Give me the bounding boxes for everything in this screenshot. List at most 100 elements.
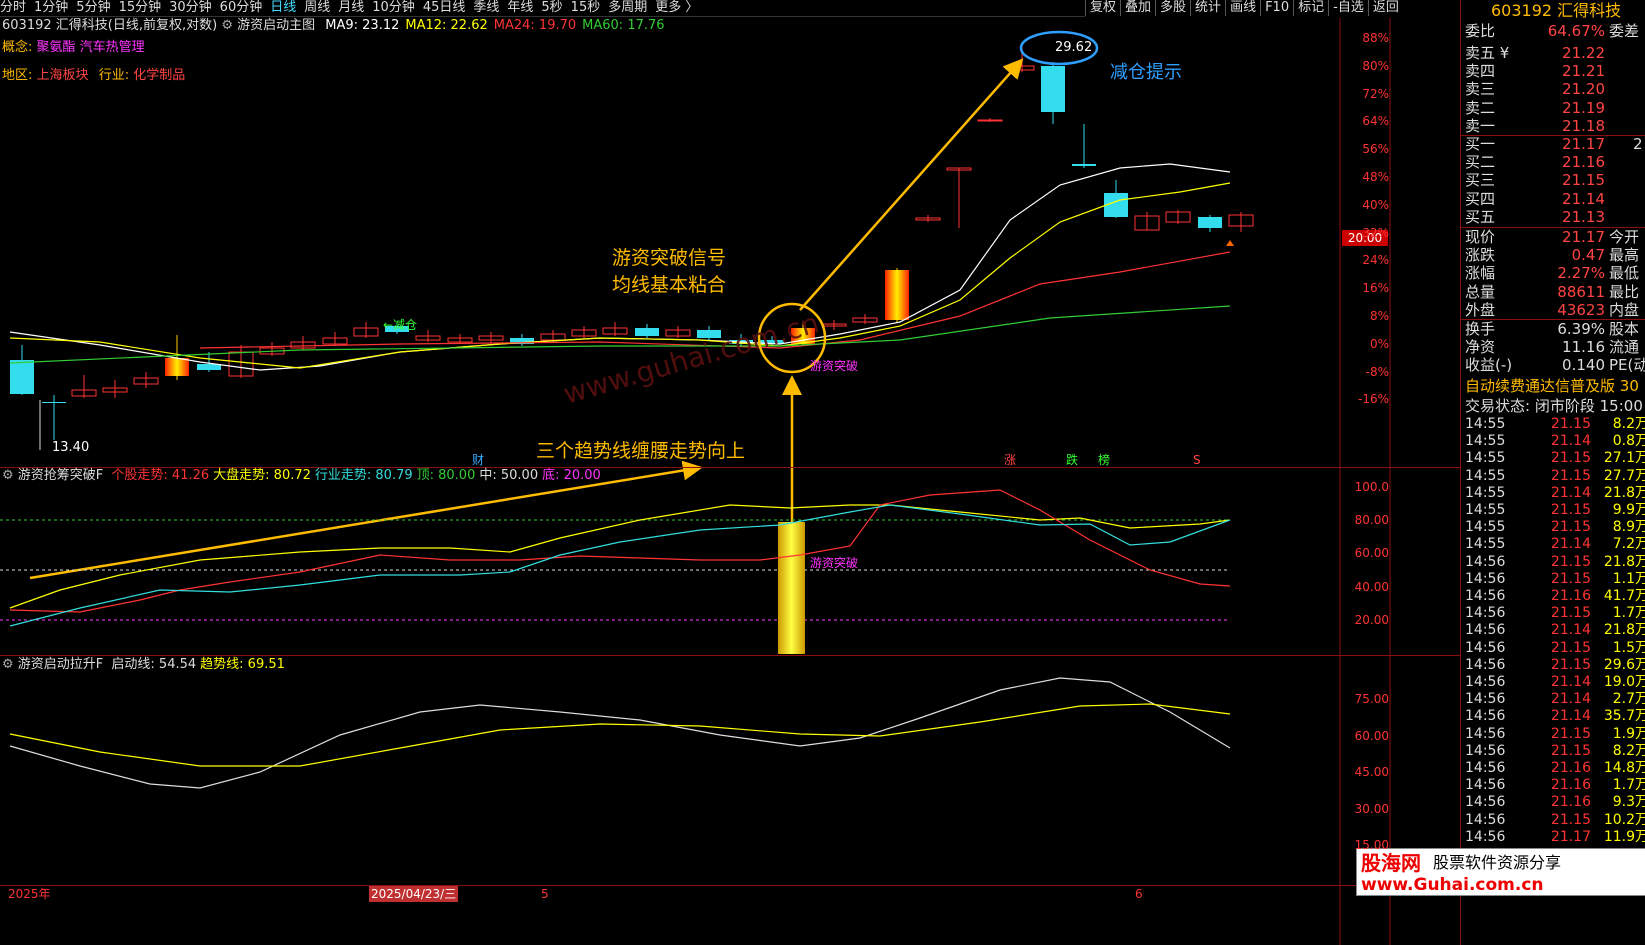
y-tick-label: 20.00 — [1354, 612, 1389, 627]
low-price-label: 13.40 — [52, 440, 90, 455]
y-tick-label: -8% — [1365, 364, 1389, 379]
tick-row: 14:55 21.15 8.2万 — [1465, 415, 1645, 433]
toolbar-button[interactable]: F10 — [1260, 0, 1293, 16]
book-row[interactable]: 卖二 21.19 — [1465, 99, 1645, 118]
candle — [977, 119, 1003, 122]
ad-banner[interactable]: 自动续费通达信普及版 30 — [1465, 377, 1645, 396]
stat-label: 总量 — [1465, 282, 1496, 301]
sub2-name[interactable]: 游资启动拉升F — [18, 657, 103, 672]
tick-time: 14:55 — [1465, 536, 1506, 553]
period-tab[interactable]: 10分钟 — [372, 0, 415, 16]
sub1-legend: 个股走势: 41.26 大盘走势: 80.72 行业走势: 80.79 顶: 80.0… — [107, 468, 600, 483]
stat-value: 0.47 — [1571, 246, 1605, 265]
period-tab[interactable]: 周线 — [304, 0, 330, 16]
ad-text[interactable]: 自动续费通达信普及版 — [1465, 377, 1615, 395]
toolbar-button[interactable]: 返回 — [1367, 0, 1403, 16]
industry-value[interactable]: 化学制品 — [133, 68, 185, 83]
book-row[interactable]: 买三 21.15 — [1465, 171, 1645, 190]
mark-s[interactable]: S — [1193, 452, 1201, 468]
period-tab[interactable]: 60分钟 — [220, 0, 263, 16]
candle — [885, 270, 909, 320]
period-tab[interactable]: 5秒 — [541, 0, 562, 16]
tick-price: 21.16 — [1550, 794, 1591, 811]
sub2-legend-item: 启动线: 54.54 — [111, 657, 197, 672]
toolbar-button[interactable]: 标记 — [1293, 0, 1328, 16]
y-tick-label: 88% — [1362, 31, 1389, 45]
book-row[interactable]: 卖四 21.21 — [1465, 62, 1645, 81]
period-tab[interactable]: 15秒 — [571, 0, 601, 16]
toolbar-button[interactable]: 多股 — [1155, 0, 1190, 16]
concept-values[interactable]: 聚氨酯 汽车热管理 — [37, 40, 145, 55]
candle — [1041, 66, 1065, 112]
break-tag: 游资突破 — [810, 359, 859, 373]
tick-time: 14:56 — [1465, 691, 1506, 708]
mark-bang[interactable]: 榜 — [1098, 452, 1110, 468]
book-price: 21.18 — [1562, 116, 1605, 135]
book-row[interactable]: 买二 21.16 — [1465, 153, 1645, 172]
period-tab[interactable]: 5分钟 — [76, 0, 110, 16]
book-price: 21.21 — [1562, 62, 1605, 81]
period-tab[interactable]: 年线 — [507, 0, 533, 16]
mark-zhang[interactable]: 涨 — [1004, 452, 1016, 468]
tick-volume: 29.6万 — [1603, 656, 1645, 673]
toolbar-button[interactable]: -自选 — [1328, 0, 1368, 16]
tick-volume: 2.7万 — [1612, 691, 1645, 708]
toolbar-button[interactable]: 叠加 — [1120, 0, 1155, 16]
tick-price: 21.15 — [1550, 570, 1591, 587]
stat-label-2: 股本 — [1609, 320, 1640, 338]
signal-bar — [778, 522, 805, 654]
book-row[interactable]: 卖一 21.18 — [1465, 117, 1645, 136]
candle — [42, 402, 66, 403]
break-tag-sub: 游资突破 — [810, 556, 859, 570]
tick-row: 14:55 21.15 27.1万 — [1465, 449, 1645, 467]
period-tab[interactable]: 日线 — [270, 0, 296, 16]
toolbar-button[interactable]: 复权 — [1085, 0, 1120, 16]
period-tab[interactable]: 1分钟 — [34, 0, 68, 16]
toolbar-button[interactable]: 统计 — [1190, 0, 1225, 16]
tick-volume: 14.8万 — [1603, 760, 1645, 776]
tick-price: 21.14 — [1550, 484, 1591, 501]
tick-time: 14:56 — [1465, 605, 1506, 622]
tick-price: 21.14 — [1550, 433, 1591, 450]
tick-row: 14:55 21.15 8.9万 — [1465, 518, 1645, 536]
tick-row: 14:56 21.14 35.7万 — [1465, 707, 1645, 725]
region-value[interactable]: 上海板块 — [37, 68, 89, 83]
mark-die[interactable]: 跌 — [1066, 452, 1078, 468]
stat-value: 2.27% — [1557, 264, 1605, 283]
period-tab[interactable]: 月线 — [338, 0, 364, 16]
period-tab[interactable]: 分时 — [0, 0, 26, 16]
period-tab[interactable]: 季线 — [473, 0, 499, 16]
book-row[interactable]: 买五 21.13 — [1465, 208, 1645, 227]
tick-price: 21.14 — [1550, 674, 1591, 690]
mark-cai[interactable]: 财 — [472, 452, 484, 468]
tick-volume: 9.3万 — [1612, 794, 1645, 811]
toolbar-button[interactable]: 画线 — [1225, 0, 1260, 16]
indicator-name[interactable]: 游资启动主图 — [237, 18, 315, 33]
period-tab[interactable]: 30分钟 — [169, 0, 212, 16]
book-row[interactable]: 买一 21.17 2 — [1465, 135, 1645, 154]
ma-legend-item: MA60: 17.76 — [582, 18, 665, 33]
book-row[interactable]: 买四 21.14 — [1465, 190, 1645, 209]
period-tab[interactable]: 多周期 — [608, 0, 647, 16]
tick-time: 14:56 — [1465, 777, 1506, 794]
book-row[interactable]: 卖三 21.20 — [1465, 80, 1645, 99]
gear-icon[interactable]: ⚙ — [2, 657, 14, 672]
book-row[interactable]: 卖五 ¥ 21.22 — [1465, 44, 1645, 63]
period-tab[interactable]: 更多 〉 — [655, 0, 698, 16]
tick-price: 21.14 — [1550, 708, 1591, 725]
book-price: 21.14 — [1562, 189, 1605, 208]
tick-row: 14:56 21.15 1.5万 — [1465, 639, 1645, 657]
tick-price: 21.14 — [1550, 691, 1591, 708]
quote-panel: 603192 汇得科技 委比 64.67% 委差 卖五 ¥ 21.22 卖四 21.2… — [1356, 0, 1645, 945]
stat-row: 净资 11.16 流通 — [1465, 338, 1645, 357]
tick-price: 21.15 — [1550, 519, 1591, 536]
gear-icon[interactable]: ⚙ — [221, 18, 233, 33]
candle — [1198, 217, 1222, 228]
tick-time: 14:56 — [1465, 742, 1506, 759]
period-tab[interactable]: 45日线 — [423, 0, 466, 16]
trend-line — [9, 703, 1231, 767]
period-tab[interactable]: 15分钟 — [119, 0, 162, 16]
sub1-name[interactable]: 游资抢筹突破F — [18, 468, 103, 483]
gear-icon[interactable]: ⚙ — [2, 468, 14, 483]
tick-volume: 19.0万 — [1603, 674, 1645, 690]
